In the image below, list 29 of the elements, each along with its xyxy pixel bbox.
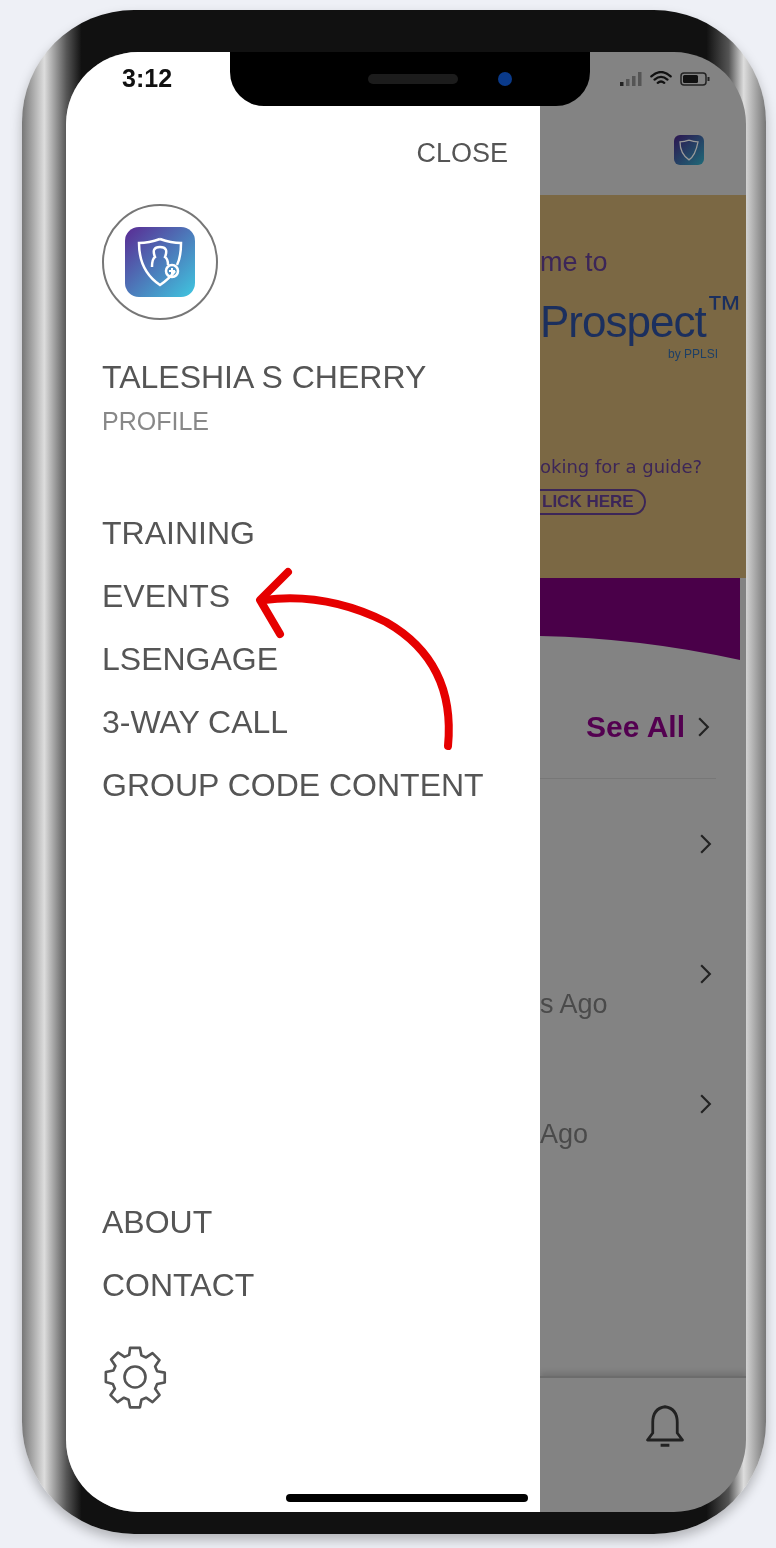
avatar-circle[interactable] <box>102 204 218 320</box>
menu-item[interactable]: CONTACT <box>102 1254 540 1317</box>
see-all-link[interactable]: See All <box>586 710 685 744</box>
status-time: 3:12 <box>122 64 173 93</box>
user-name: TALESHIA S CHERRY <box>102 358 428 396</box>
shield-logo-icon[interactable] <box>674 135 704 165</box>
chevron-right-icon <box>699 833 712 855</box>
wifi-icon <box>650 71 672 86</box>
banner-text: oking for a guide? <box>540 455 703 477</box>
chevron-right-icon <box>699 963 712 985</box>
chevron-right-icon <box>697 716 710 738</box>
brand-logo-text: Prospect$^{™}$ <box>540 288 742 347</box>
close-button[interactable]: CLOSE <box>416 138 508 169</box>
menu-item[interactable]: TRAINING <box>102 502 540 565</box>
bell-icon[interactable] <box>644 1403 686 1449</box>
menu-item[interactable]: GROUP CODE CONTENT <box>102 754 540 817</box>
chevron-right-icon <box>699 1093 712 1115</box>
menu-item[interactable]: ABOUT <box>102 1191 540 1254</box>
signal-icon <box>620 71 642 86</box>
banner-text: me to <box>540 247 608 278</box>
brand-subtitle: by PPLSI <box>667 346 718 361</box>
menu-item[interactable]: EVENTS <box>102 565 540 628</box>
battery-icon <box>680 71 710 86</box>
shield-logo-icon <box>125 227 195 297</box>
time-ago-text: Ago <box>540 1119 589 1150</box>
menu-item[interactable]: LSENGAGE <box>102 628 540 691</box>
profile-link[interactable]: PROFILE <box>102 406 540 436</box>
menu-item[interactable]: 3-WAY CALL <box>102 691 540 754</box>
time-ago-text: s Ago <box>540 989 608 1020</box>
